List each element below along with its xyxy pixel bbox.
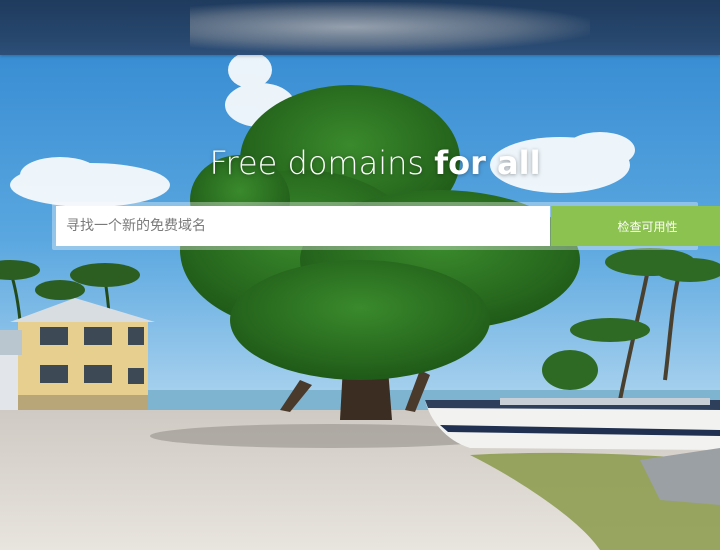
background-photo xyxy=(0,0,720,550)
headline-bold: for all xyxy=(434,144,541,182)
top-bar-background xyxy=(190,2,590,52)
check-availability-button[interactable]: 检查可用性 xyxy=(551,206,720,246)
domain-search-input[interactable] xyxy=(56,206,550,246)
domain-search-form: 检查可用性 xyxy=(52,202,720,250)
hero-headline: Free domains for all xyxy=(0,143,720,183)
top-navigation-bar xyxy=(0,0,720,55)
headline-light: Free domains xyxy=(209,144,435,182)
